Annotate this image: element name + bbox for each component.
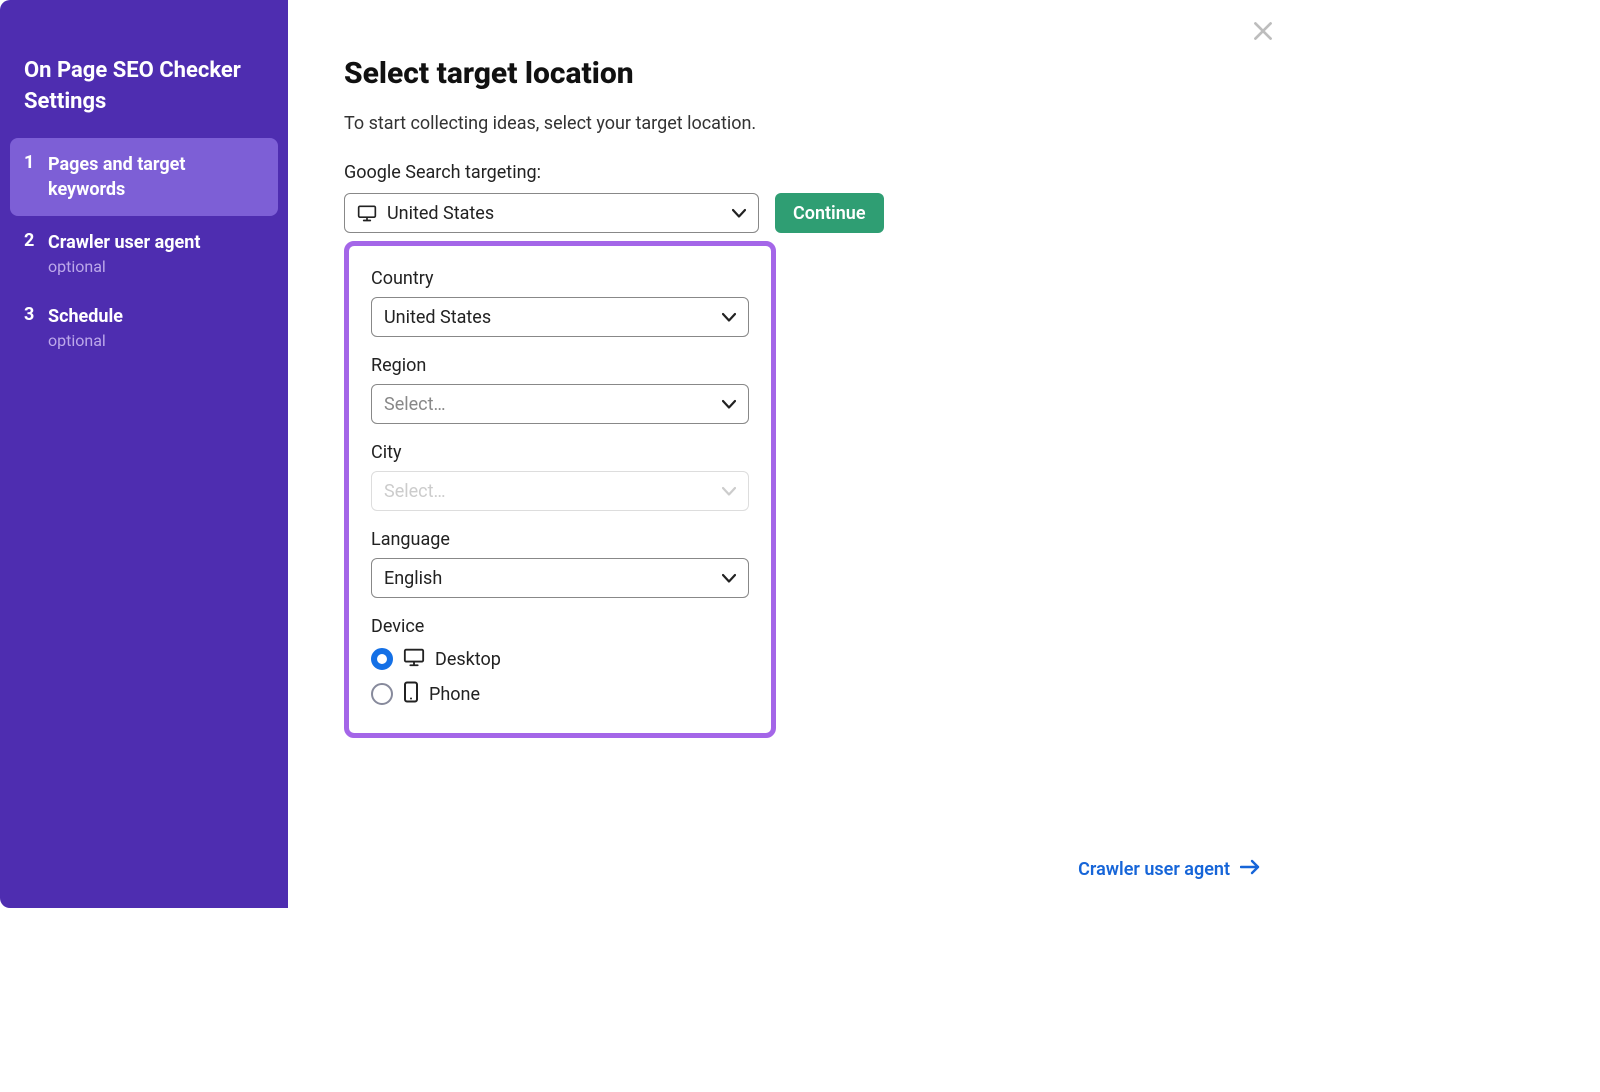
device-option-desktop[interactable]: Desktop <box>371 647 749 671</box>
targeting-row: United States Continue <box>344 193 1244 233</box>
chevron-down-icon <box>722 394 736 415</box>
sidebar: On Page SEO Checker Settings 1 Pages and… <box>0 0 288 908</box>
location-details-panel: Country United States Region Select… <box>344 241 776 738</box>
radio-selected-icon <box>371 648 393 670</box>
phone-icon <box>403 681 419 707</box>
country-value: United States <box>384 307 491 328</box>
footer-link-label: Crawler user agent <box>1078 859 1230 880</box>
sidebar-step-pages-keywords[interactable]: 1 Pages and target keywords <box>10 138 278 216</box>
language-select[interactable]: English <box>371 558 749 598</box>
app-root: On Page SEO Checker Settings 1 Pages and… <box>0 0 1300 908</box>
main-panel: Select target location To start collecti… <box>288 0 1300 908</box>
device-label: Device <box>371 616 749 637</box>
step-number: 1 <box>24 152 48 173</box>
continue-button[interactable]: Continue <box>775 193 884 233</box>
targeting-value: United States <box>387 203 494 224</box>
chevron-down-icon <box>722 568 736 589</box>
page-subtitle: To start collecting ideas, select your t… <box>344 113 1244 134</box>
device-desktop-label: Desktop <box>435 649 501 670</box>
close-button[interactable] <box>1250 18 1276 48</box>
language-value: English <box>384 568 442 589</box>
chevron-down-icon <box>732 203 746 224</box>
language-label: Language <box>371 529 749 550</box>
page-title: Select target location <box>344 56 1244 91</box>
step-sublabel: optional <box>48 331 123 350</box>
targeting-select[interactable]: United States <box>344 193 759 233</box>
step-sublabel: optional <box>48 257 200 276</box>
region-label: Region <box>371 355 749 376</box>
region-select[interactable]: Select… <box>371 384 749 424</box>
region-placeholder: Select… <box>384 394 446 415</box>
arrow-right-icon <box>1240 859 1260 880</box>
city-select: Select… <box>371 471 749 511</box>
step-number: 3 <box>24 304 48 325</box>
step-label: Pages and target keywords <box>48 152 264 202</box>
crawler-user-agent-link[interactable]: Crawler user agent <box>1078 859 1260 880</box>
device-option-phone[interactable]: Phone <box>371 681 749 707</box>
desktop-icon <box>403 647 425 671</box>
radio-unselected-icon <box>371 683 393 705</box>
chevron-down-icon <box>722 307 736 328</box>
city-placeholder: Select… <box>384 481 446 502</box>
close-icon <box>1250 33 1276 48</box>
step-number: 2 <box>24 230 48 251</box>
city-label: City <box>371 442 749 463</box>
sidebar-step-crawler-user-agent[interactable]: 2 Crawler user agent optional <box>0 216 288 290</box>
targeting-label: Google Search targeting: <box>344 162 1244 183</box>
desktop-icon <box>357 204 377 222</box>
sidebar-step-schedule[interactable]: 3 Schedule optional <box>0 290 288 364</box>
country-label: Country <box>371 268 749 289</box>
step-label: Schedule <box>48 304 123 329</box>
device-phone-label: Phone <box>429 684 480 705</box>
sidebar-title: On Page SEO Checker Settings <box>0 24 288 138</box>
country-select[interactable]: United States <box>371 297 749 337</box>
chevron-down-icon <box>722 481 736 502</box>
step-label: Crawler user agent <box>48 230 200 255</box>
